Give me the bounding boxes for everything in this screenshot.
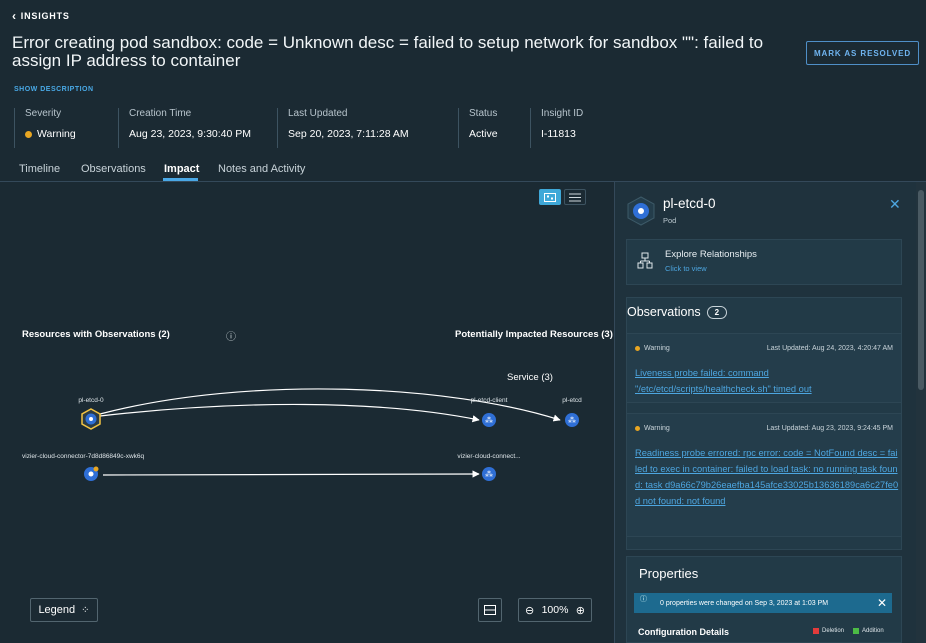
- close-panel-icon[interactable]: ✕: [889, 196, 901, 213]
- deletion-swatch-icon: [813, 628, 819, 634]
- relationships-icon: [637, 252, 653, 269]
- legend-button[interactable]: Legend ⁘: [30, 598, 98, 622]
- deletion-label: Deletion: [822, 628, 845, 634]
- addition-label: Addition: [862, 628, 884, 634]
- explore-relationships-title: Explore Relationships: [665, 249, 757, 260]
- observations-title: Observations: [627, 305, 701, 319]
- fit-screen-icon: [484, 605, 496, 615]
- warning-dot-icon: [635, 426, 640, 431]
- node-label: vizier-cloud-connector-7d8d86849c-xwk6q: [22, 453, 145, 460]
- list-view-toggle[interactable]: [564, 189, 586, 205]
- node-pl-etcd[interactable]: ⁂: [565, 413, 579, 427]
- meta-label: Last Updated: [288, 108, 348, 119]
- observations-count-badge: 2: [706, 305, 728, 319]
- meta-severity: Severity Warning: [14, 108, 119, 148]
- tab-observations[interactable]: Observations: [81, 163, 146, 175]
- meta-status: Status Active: [458, 108, 531, 148]
- close-banner-icon[interactable]: ✕: [877, 596, 887, 610]
- creation-time-value: Aug 23, 2023, 9:30:40 PM: [129, 128, 252, 140]
- impact-graph[interactable]: ⁂ ⁂ ⁂: [0, 182, 614, 643]
- panel-resource-name: pl-etcd-0: [663, 196, 716, 211]
- svg-text:⁂: ⁂: [485, 415, 493, 425]
- service-group-label: Service (3): [507, 372, 553, 383]
- page-title: Error creating pod sandbox: code = Unkno…: [12, 33, 764, 70]
- node-pl-etcd-0[interactable]: [81, 408, 101, 430]
- svg-text:⁂: ⁂: [485, 469, 493, 479]
- observation-severity: Warning: [644, 425, 670, 432]
- node-label: pl-etcd-0: [78, 397, 104, 404]
- node-label: pl-etcd: [562, 397, 582, 404]
- observations-heading: Observations 2: [627, 305, 728, 319]
- graph-view-toggle[interactable]: [539, 189, 561, 205]
- potentially-impacted-title: Potentially Impacted Resources (3): [455, 329, 613, 340]
- last-updated-value: Sep 20, 2023, 7:11:28 AM: [288, 128, 409, 140]
- meta-creation-time: Creation Time Aug 23, 2023, 9:30:40 PM: [118, 108, 278, 148]
- legend-icon: ⁘: [81, 604, 90, 616]
- insight-id-value: I-11813: [541, 128, 576, 140]
- back-label: INSIGHTS: [20, 11, 70, 21]
- fit-to-screen-button[interactable]: [478, 598, 502, 622]
- chevron-left-icon: ‹: [12, 8, 17, 23]
- observation-updated: Last Updated: Aug 24, 2023, 4:20:47 AM: [766, 345, 893, 352]
- node-vizier-cloud-connect[interactable]: ⁂: [482, 467, 496, 481]
- meta-label: Severity: [25, 108, 62, 119]
- observation-card: Warning Last Updated: Aug 23, 2023, 9:24…: [626, 413, 902, 537]
- zoom-level: 100%: [541, 604, 569, 616]
- edge-pod-to-etcd-client: [99, 403, 480, 423]
- list-view-icon: [569, 193, 581, 201]
- info-icon[interactable]: ⓘ: [226, 328, 236, 343]
- panel-resource-type: Pod: [663, 216, 677, 225]
- tab-notes-and-activity[interactable]: Notes and Activity: [218, 163, 305, 175]
- properties-change-banner: 0 properties were changed on Sep 3, 2023…: [634, 593, 892, 613]
- back-to-insights-link[interactable]: ‹ INSIGHTS: [12, 8, 70, 23]
- addition-swatch-icon: [853, 628, 859, 634]
- meta-label: Status: [469, 108, 498, 119]
- zoom-in-icon[interactable]: ⊕: [576, 604, 585, 617]
- node-label: vizier-cloud-connect...: [457, 453, 521, 460]
- zoom-control: ⊖ 100% ⊕: [518, 598, 592, 622]
- warning-dot-icon: [635, 346, 640, 351]
- node-vizier-cloud-connector[interactable]: [84, 466, 99, 482]
- graph-view-icon: [544, 192, 556, 202]
- status-value: Active: [469, 128, 498, 140]
- edge-connector-to-cloud-connect: [102, 470, 480, 478]
- explore-relationships-card[interactable]: [626, 239, 902, 285]
- observation-link[interactable]: Liveness probe failed: command "/etc/etc…: [635, 365, 899, 397]
- warning-dot-icon: [25, 130, 32, 138]
- meta-insight-id: Insight ID I-11813: [530, 108, 610, 148]
- pod-icon: [627, 196, 655, 226]
- meta-label: Insight ID: [541, 108, 584, 119]
- node-pl-etcd-client[interactable]: ⁂: [482, 413, 496, 427]
- mark-as-resolved-button[interactable]: MARK AS RESOLVED: [806, 41, 919, 65]
- svg-text:⁂: ⁂: [568, 415, 576, 425]
- tab-impact[interactable]: Impact: [164, 163, 199, 175]
- meta-label: Creation Time: [129, 108, 192, 119]
- observation-card: Warning Last Updated: Aug 24, 2023, 4:20…: [626, 333, 902, 403]
- severity-value: Warning: [37, 128, 76, 140]
- addition-legend: Addition: [853, 628, 884, 634]
- configuration-details-title: Configuration Details: [638, 627, 730, 637]
- observation-link[interactable]: Readiness probe errored: rpc error: code…: [635, 445, 899, 509]
- properties-title: Properties: [639, 566, 699, 581]
- observation-updated: Last Updated: Aug 23, 2023, 9:24:45 PM: [766, 425, 893, 432]
- info-icon: ⓘ: [640, 596, 647, 603]
- explore-relationships-link[interactable]: Click to view: [665, 264, 707, 273]
- deletion-legend: Deletion: [813, 628, 844, 634]
- tab-timeline[interactable]: Timeline: [19, 163, 60, 175]
- legend-label: Legend: [38, 604, 76, 616]
- panel-scrollbar-thumb[interactable]: [918, 190, 924, 390]
- observation-severity: Warning: [644, 345, 670, 352]
- node-label: pl-etcd-client: [470, 397, 508, 404]
- resources-with-observations-title: Resources with Observations (2): [22, 329, 170, 340]
- meta-last-updated: Last Updated Sep 20, 2023, 7:11:28 AM: [277, 108, 459, 148]
- zoom-out-icon[interactable]: ⊖: [525, 604, 534, 617]
- show-description-link[interactable]: SHOW DESCRIPTION: [14, 86, 94, 93]
